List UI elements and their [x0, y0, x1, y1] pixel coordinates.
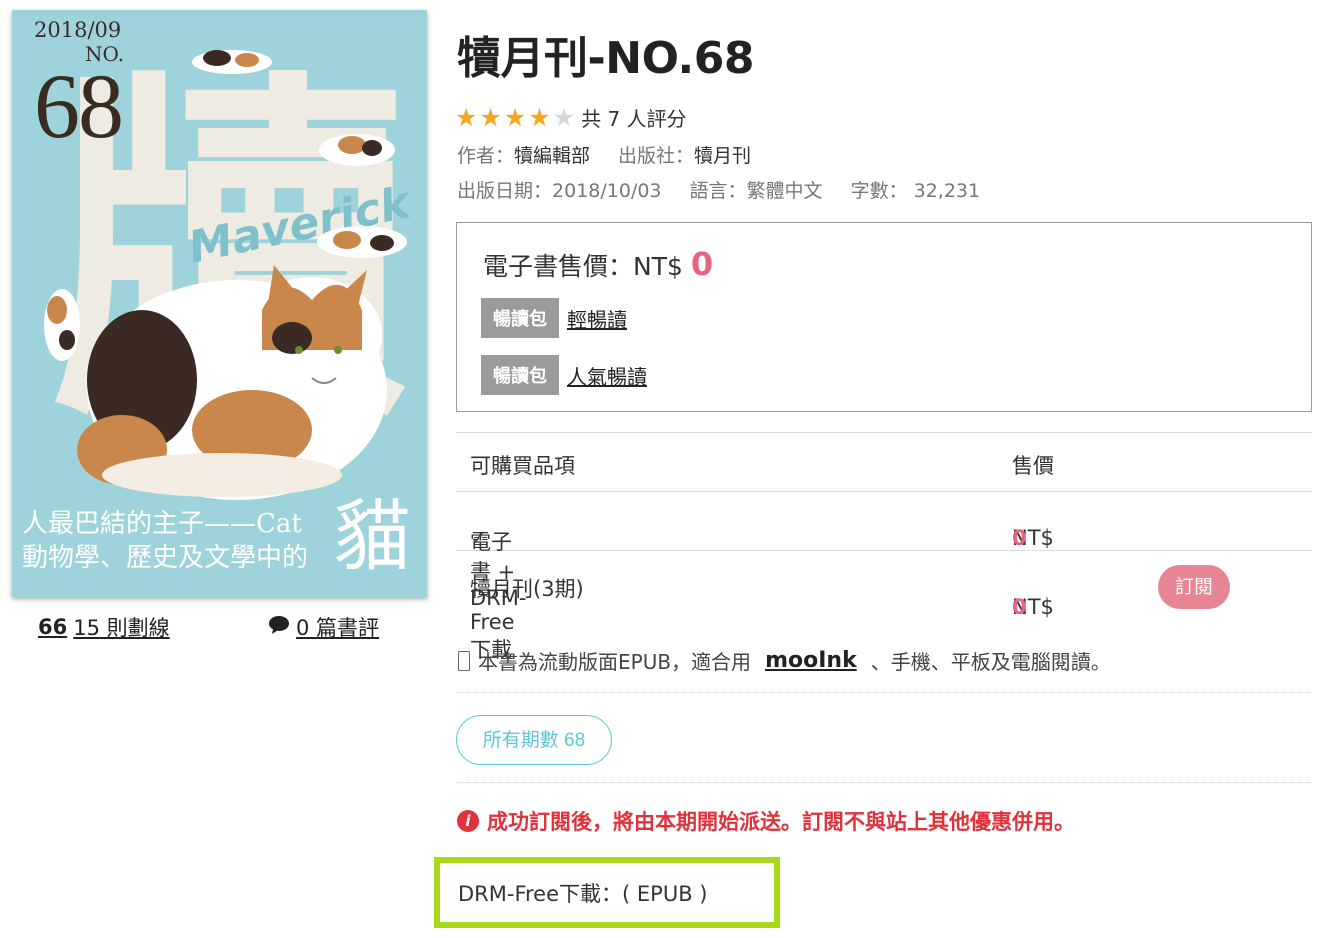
table-header: 可購買品項 售價	[456, 433, 1312, 492]
reviews-label: 0 篇書評	[296, 616, 380, 640]
author-field: 作者：犢編輯部	[457, 141, 590, 168]
star-icon: ★	[479, 103, 502, 132]
ebook-price-value: 0	[690, 245, 714, 283]
star-icon: ★	[503, 103, 527, 132]
language-label: 語言：	[689, 180, 747, 202]
highlights-label: 15 則劃線	[73, 616, 170, 640]
price-box: 電子書售價：NT$ 0 暢讀包 輕暢讀 暢讀包 人氣暢讀	[456, 222, 1312, 412]
meta-details: 出版日期：2018/10/03 語言：繁體中文 字數： 32,231	[457, 176, 980, 203]
language-field: 語言：繁體中文	[690, 176, 823, 203]
drm-free-download[interactable]: DRM-Free下載：( EPUB )	[434, 857, 780, 928]
cover-cat-char: 貓	[332, 492, 411, 582]
rating: ★ ★ ★ ★ ★ 共 7 人評分	[455, 103, 687, 132]
col-header-item: 可購買品項	[470, 454, 575, 478]
publisher-label: 出版社：	[618, 145, 695, 167]
format-note-before: 本書為流動版面EPUB，適合用	[478, 650, 752, 674]
ebook-price: 電子書售價：NT$ 0	[483, 245, 713, 283]
subscription-warning: i 成功訂閱後，將由本期開始派送。訂閱不與站上其他優惠併用。	[457, 806, 1075, 836]
author-value[interactable]: 犢編輯部	[514, 145, 590, 167]
package-link-popular[interactable]: 人氣暢讀	[567, 361, 647, 390]
cover-issue-number: 68	[34, 55, 124, 157]
col-header-price: 售價	[1012, 454, 1054, 478]
rating-count: 共 7 人評分	[581, 107, 687, 131]
all-issues-button[interactable]: 所有期數 68	[456, 715, 612, 765]
reviews-link[interactable]: 0 篇書評	[268, 612, 379, 642]
item-name: 犢月刊(3期)	[470, 577, 584, 601]
cover-tagline: 人最巴結的主子——Cat 動物學、歷史及文學中的	[22, 507, 308, 575]
pubdate-field: 出版日期：2018/10/03	[457, 176, 662, 203]
comment-icon	[268, 615, 290, 640]
subscribe-button[interactable]: 訂閱	[1158, 565, 1230, 609]
price-number: 0	[1012, 595, 1027, 619]
phone-icon	[458, 650, 470, 671]
publisher-field: 出版社：犢月刊	[618, 141, 751, 168]
star-empty-icon: ★	[552, 103, 576, 132]
pubdate-label: 出版日期：	[457, 180, 553, 202]
package-badge: 暢讀包	[481, 355, 559, 395]
cover-tagline-line1: 人最巴結的主子——Cat	[22, 509, 302, 539]
publisher-value[interactable]: 犢月刊	[694, 145, 751, 167]
book-cover[interactable]: 牘 Maverick 2018/09 NO. 68 人最巴結的主子——Cat 動	[12, 10, 427, 597]
warning-text: 成功訂閱後，將由本期開始派送。訂閱不與站上其他優惠併用。	[487, 810, 1075, 834]
wordcount-field: 字數： 32,231	[851, 176, 981, 203]
cover-date: 2018/09	[34, 18, 122, 42]
star-icon: ★	[528, 103, 551, 132]
format-note: 本書為流動版面EPUB，適合用 mooInk 、手機、平板及電腦閱讀。	[458, 646, 1111, 675]
drm-free-label: DRM-Free下載：( EPUB )	[458, 882, 708, 906]
package-item: 暢讀包 人氣暢讀	[481, 355, 647, 395]
purchase-table: 可購買品項 售價 ✓ 電子書 + DRM-Free下載 NT$ 0 犢月刊(3期) …	[456, 432, 1312, 662]
mooink-link[interactable]: mooInk	[765, 648, 857, 673]
pubdate-value: 2018/10/03	[552, 180, 662, 202]
quote-icon: 66	[38, 615, 68, 639]
language-value: 繁體中文	[746, 180, 823, 202]
table-row[interactable]: ✓ 電子書 + DRM-Free下載 NT$ 0	[456, 492, 1312, 662]
cover-tagline-line2: 動物學、歷史及文學中的	[22, 543, 309, 573]
highlights-link[interactable]: 66 15 則劃線	[38, 612, 170, 642]
divider	[456, 692, 1312, 693]
format-note-after: 、手機、平板及電腦閱讀。	[870, 650, 1111, 674]
meta-authors: 作者：犢編輯部 出版社：犢月刊	[457, 141, 751, 168]
wordcount-value: 32,231	[913, 180, 981, 202]
ebook-price-label: 電子書售價：NT$	[483, 252, 691, 281]
info-icon: i	[457, 810, 479, 832]
package-badge: 暢讀包	[481, 298, 559, 338]
star-icon: ★	[455, 103, 478, 132]
package-link-light[interactable]: 輕暢讀	[567, 304, 627, 333]
price-number: 0	[1012, 526, 1027, 550]
page-title: 犢月刊-NO.68	[457, 33, 754, 84]
divider	[456, 782, 1312, 783]
table-row: 犢月刊(3期) NT$ 0 訂閱	[456, 551, 1312, 620]
author-label: 作者：	[457, 145, 515, 167]
wordcount-label: 字數：	[850, 180, 908, 202]
package-item: 暢讀包 輕暢讀	[481, 298, 627, 338]
